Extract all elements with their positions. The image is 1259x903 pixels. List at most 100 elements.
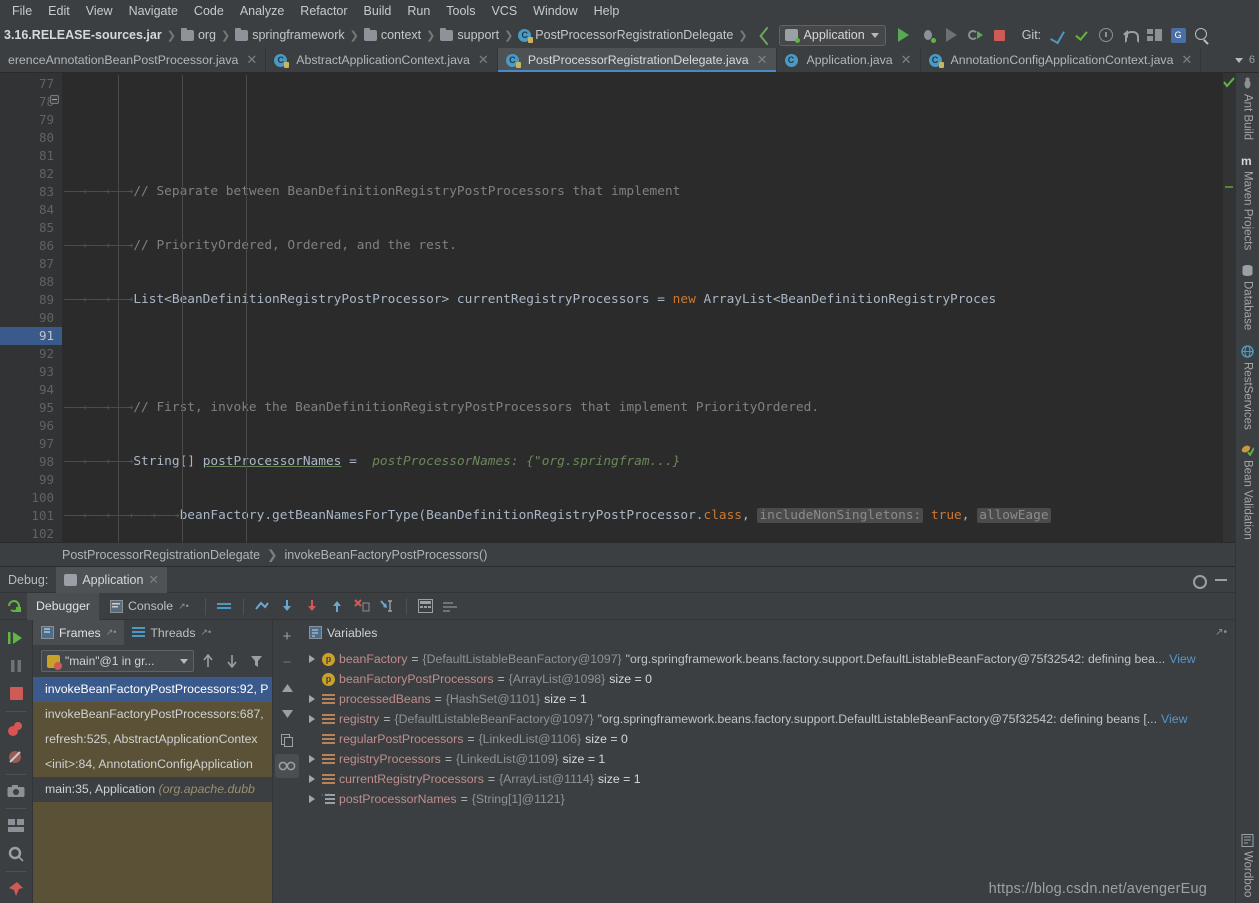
editor-marker-bar[interactable]: [1223, 73, 1235, 542]
frames-filter-button[interactable]: [246, 651, 266, 671]
expand-arrow-icon[interactable]: [307, 774, 318, 785]
expand-arrow-icon[interactable]: [307, 794, 318, 805]
tool-window-wordbook[interactable]: Wordboo: [1241, 833, 1254, 897]
git-history-button[interactable]: [1094, 24, 1118, 46]
menu-item-vcs[interactable]: VCS: [483, 2, 525, 20]
debug-button[interactable]: [916, 24, 940, 46]
gear-icon[interactable]: [1191, 573, 1207, 589]
remove-watch-button[interactable]: −: [275, 650, 299, 674]
breadcrumb-support[interactable]: support: [457, 28, 499, 42]
menu-item-build[interactable]: Build: [356, 2, 400, 20]
frames-down-button[interactable]: [222, 651, 242, 671]
tool-window-ant-build[interactable]: Ant Build: [1241, 77, 1254, 140]
tool-window-maven-projects[interactable]: m Maven Projects: [1241, 154, 1254, 250]
frame-row-current[interactable]: invokeBeanFactoryPostProcessors:92, P: [33, 677, 272, 702]
tab-erenceannotationbeanpostprocessor[interactable]: erenceAnnotationBeanPostProcessor.java ✕: [0, 48, 267, 72]
variable-row-registryProcessors[interactable]: registryProcessors = {LinkedList@1109} s…: [301, 749, 1235, 769]
close-icon[interactable]: ✕: [757, 52, 768, 68]
frame-row[interactable]: refresh:525, AbstractApplicationContex: [33, 727, 272, 752]
close-icon[interactable]: ✕: [246, 52, 257, 68]
thread-selector[interactable]: "main"@1 in gr...: [41, 650, 194, 672]
screenshot-button[interactable]: [1, 777, 31, 805]
variable-row-postProcessorNames[interactable]: postProcessorNames = {String[1]@1121}: [301, 789, 1235, 809]
watch-link-button[interactable]: [275, 754, 299, 778]
tab-application[interactable]: C Application.java ✕: [777, 48, 921, 72]
breadcrumb-class-name[interactable]: PostProcessorRegistrationDelegate: [62, 548, 260, 562]
close-icon[interactable]: ✕: [1181, 52, 1192, 68]
layout-button[interactable]: [1, 812, 31, 840]
minimize-icon[interactable]: [1215, 578, 1227, 581]
menu-item-navigate[interactable]: Navigate: [121, 2, 186, 20]
view-breakpoints-button[interactable]: [1, 715, 31, 743]
attach-debugger-button[interactable]: [964, 24, 988, 46]
mute-breakpoints-button[interactable]: [213, 595, 236, 618]
force-step-into-button[interactable]: [351, 595, 374, 618]
resume-program-button[interactable]: [1, 624, 31, 652]
run-with-coverage-button[interactable]: [940, 24, 964, 46]
git-revert-button[interactable]: [1118, 24, 1142, 46]
menu-item-code[interactable]: Code: [186, 2, 232, 20]
layout-settings-button[interactable]: [439, 595, 462, 618]
variable-row-regularPostProcessors[interactable]: regularPostProcessors = {LinkedList@1106…: [301, 729, 1235, 749]
add-watch-button[interactable]: +: [275, 624, 299, 648]
move-down-button[interactable]: [275, 702, 299, 726]
menu-item-file[interactable]: File: [4, 2, 40, 20]
menu-item-help[interactable]: Help: [586, 2, 628, 20]
view-link[interactable]: View: [1161, 709, 1187, 729]
breadcrumb-context[interactable]: context: [381, 28, 421, 42]
translate-button[interactable]: G: [1166, 24, 1190, 46]
expand-arrow-icon[interactable]: [307, 694, 318, 705]
breadcrumb-class[interactable]: PostProcessorRegistrationDelegate: [535, 28, 733, 42]
git-commit-button[interactable]: [1070, 24, 1094, 46]
run-to-cursor-button[interactable]: [376, 595, 399, 618]
tab-postprocessorregistrationdelegate[interactable]: C PostProcessorRegistrationDelegate.java…: [497, 48, 777, 72]
menu-item-window[interactable]: Window: [525, 2, 585, 20]
breadcrumb-method-name[interactable]: invokeBeanFactoryPostProcessors(): [285, 548, 488, 562]
menu-item-tools[interactable]: Tools: [438, 2, 483, 20]
pin-icon[interactable]: ↗•: [201, 627, 212, 638]
code-editor[interactable]: 77 78 79 80 81 82 83 84 85 86 87 88 89 9…: [0, 73, 1235, 542]
tool-window-bean-validation[interactable]: Bean Validation: [1241, 443, 1254, 540]
navigate-up-icon[interactable]: [757, 26, 775, 44]
search-everywhere-button[interactable]: [1190, 24, 1214, 46]
debug-session-tab[interactable]: Application ✕: [56, 566, 167, 593]
frame-row[interactable]: <init>:84, AnnotationConfigApplication: [33, 752, 272, 777]
menu-item-run[interactable]: Run: [399, 2, 438, 20]
code-fold-icon[interactable]: [50, 95, 59, 104]
step-over-button[interactable]: [276, 595, 299, 618]
step-into-button[interactable]: [301, 595, 324, 618]
tool-window-restservices[interactable]: RestServices: [1241, 344, 1254, 429]
pin-icon[interactable]: ↗•: [1215, 627, 1235, 638]
close-icon[interactable]: ✕: [148, 572, 158, 587]
tab-overflow[interactable]: 6: [1234, 48, 1259, 72]
breadcrumb-org[interactable]: org: [198, 28, 216, 42]
close-icon[interactable]: ✕: [478, 52, 489, 68]
variable-row-beanFactoryPostProcessors[interactable]: p beanFactoryPostProcessors = {ArrayList…: [301, 669, 1235, 689]
move-up-button[interactable]: [275, 676, 299, 700]
frames-up-button[interactable]: [198, 651, 218, 671]
variable-row-currentRegistryProcessors[interactable]: currentRegistryProcessors = {ArrayList@1…: [301, 769, 1235, 789]
menu-item-refactor[interactable]: Refactor: [292, 2, 355, 20]
pause-program-button[interactable]: [1, 652, 31, 680]
view-link[interactable]: View: [1169, 649, 1195, 669]
expand-arrow-icon[interactable]: [307, 714, 318, 725]
run-button[interactable]: [892, 24, 916, 46]
tab-annotationconfigapplicationcontext[interactable]: C AnnotationConfigApplicationContext.jav…: [921, 48, 1202, 72]
evaluate-expression-button[interactable]: [414, 595, 437, 618]
frames-list[interactable]: invokeBeanFactoryPostProcessors:92, P in…: [33, 677, 272, 903]
breadcrumb-springframework[interactable]: springframework: [252, 28, 344, 42]
tab-frames[interactable]: Frames ↗•: [33, 620, 125, 645]
tab-abstractapplicationcontext[interactable]: C AbstractApplicationContext.java ✕: [266, 48, 498, 72]
step-out-button[interactable]: [326, 595, 349, 618]
code-content[interactable]: ——→——→——→// Separate between BeanDefinit…: [62, 73, 1235, 542]
rerun-button[interactable]: [2, 595, 25, 618]
pin-button[interactable]: [1, 875, 31, 903]
variable-row-beanFactory[interactable]: p beanFactory = {DefaultListableBeanFact…: [301, 649, 1235, 669]
menu-item-edit[interactable]: Edit: [40, 2, 78, 20]
mute-breakpoints-button[interactable]: [1, 743, 31, 771]
git-update-button[interactable]: [1046, 24, 1070, 46]
stop-program-button[interactable]: [1, 680, 31, 708]
expand-arrow-icon[interactable]: [307, 654, 318, 665]
run-configuration-selector[interactable]: Application: [778, 24, 886, 46]
show-execution-point-button[interactable]: [251, 595, 274, 618]
